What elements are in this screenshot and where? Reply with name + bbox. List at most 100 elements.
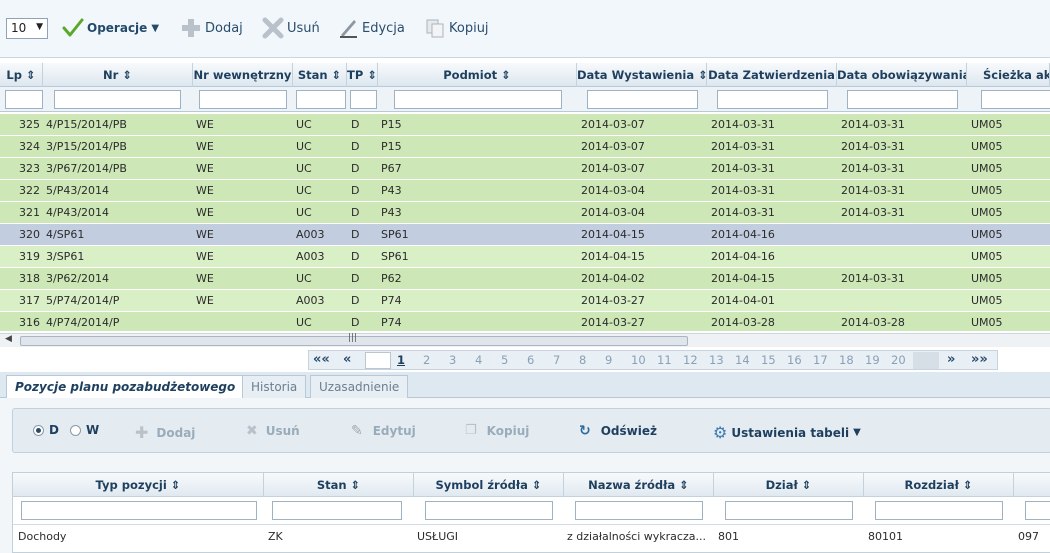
page-link[interactable]: 10: [631, 353, 646, 367]
cell-lp: 320: [19, 228, 40, 241]
filter-dzial-input[interactable]: [725, 501, 853, 520]
filter-data-zatwierdzenia-input[interactable]: [717, 90, 828, 109]
table-row[interactable]: Dochody ZK USŁUGI z działalności wykracz…: [13, 525, 1050, 549]
filter-symbol-input[interactable]: [425, 501, 553, 520]
next-page-button[interactable]: »: [947, 352, 955, 367]
page-link[interactable]: 2: [423, 353, 430, 367]
filter-more-input[interactable]: [1025, 501, 1050, 520]
edit-button[interactable]: Edycja: [337, 16, 405, 40]
table-row[interactable]: 322 5/P43/2014 WE UC D P43 2014-03-04 2014-03-3…: [0, 180, 1050, 202]
col-header-sciezka[interactable]: Ścieżka ak: [967, 63, 1050, 87]
copy-button[interactable]: Kopiuj: [424, 16, 489, 40]
filter-nazwa-input[interactable]: [575, 501, 703, 520]
page-link[interactable]: 19: [865, 353, 880, 367]
filter-stan2-input[interactable]: [272, 501, 402, 520]
filter-typ-input[interactable]: [21, 501, 257, 520]
page-link[interactable]: 4: [475, 353, 482, 367]
table-row[interactable]: 324 3/P15/2014/PB WE UC D P15 2014-03-07 2014-0…: [0, 136, 1050, 158]
page-link[interactable]: 5: [501, 353, 508, 367]
table-row[interactable]: 319 3/SP61 WE A003 D SP61 2014-04-15 2014-04-16…: [0, 246, 1050, 268]
cell-wew: WE: [196, 272, 214, 285]
col-header-more[interactable]: [1014, 473, 1050, 497]
table-row[interactable]: 323 3/P67/2014/PB WE UC D P67 2014-03-07 2014-0…: [0, 158, 1050, 180]
page-link[interactable]: 6: [527, 353, 534, 367]
filter-sciezka-input[interactable]: [981, 90, 1050, 109]
cell-rozdzial: 80101: [868, 530, 903, 543]
filter-tp-input[interactable]: [350, 90, 377, 109]
detail-add-button[interactable]: ✚ Dodaj: [135, 423, 195, 442]
page-link[interactable]: 20: [891, 353, 906, 367]
filter-rozdzial-input[interactable]: [875, 501, 1003, 520]
col-header-data-obowiazywania[interactable]: Data obowiązywania: [837, 63, 967, 87]
first-page-button[interactable]: ««: [313, 352, 330, 367]
page-link[interactable]: 16: [787, 353, 802, 367]
detail-edit-button[interactable]: ✎ Edytuj: [351, 423, 416, 439]
detail-delete-button[interactable]: ✖ Usuń: [246, 423, 300, 439]
page-input[interactable]: [365, 352, 391, 369]
cell-podmiot: SP61: [381, 228, 409, 241]
col-header-data-wystawienia[interactable]: Data Wystawienia ⇕: [577, 63, 707, 87]
table-row[interactable]: 318 3/P62/2014 WE UC D P62 2014-04-02 2014-04-1…: [0, 268, 1050, 290]
scroll-left-icon[interactable]: ◀: [5, 334, 12, 344]
page-link[interactable]: 1: [397, 353, 405, 367]
page-link[interactable]: 14: [735, 353, 750, 367]
col-header-data-zatwierdzenia[interactable]: Data Zatwierdzenia: [707, 63, 837, 87]
radio-d-icon[interactable]: [33, 424, 44, 436]
col-header-dzial[interactable]: Dział ⇕: [714, 473, 864, 497]
prev-page-button[interactable]: «: [343, 352, 351, 367]
tab-uzasadnienie[interactable]: Uzasadnienie: [310, 375, 409, 398]
filter-lp-input[interactable]: [5, 90, 43, 109]
filter-stan-input[interactable]: [296, 90, 346, 109]
detail-copy-button[interactable]: ❐ Kopiuj: [465, 423, 529, 438]
page-size-select[interactable]: 10 ▼: [6, 18, 48, 39]
col-header-symbol-zrodla[interactable]: Symbol źródła ⇕: [414, 473, 564, 497]
table-row[interactable]: 321 4/P43/2014 WE UC D P43 2014-03-04 2014-03-3…: [0, 202, 1050, 224]
col-header-stan[interactable]: Stan ⇕: [264, 473, 414, 497]
last-page-button[interactable]: »»: [971, 352, 988, 367]
col-header-nr-wewnetrzny[interactable]: Nr wewnętrzny: [193, 63, 293, 87]
page-link[interactable]: 17: [813, 353, 828, 367]
cell-lp: 316: [19, 316, 40, 329]
page-link[interactable]: 8: [579, 353, 586, 367]
page-link[interactable]: 12: [683, 353, 698, 367]
tab-pozycje[interactable]: Pozycje planu pozabudżetowego: [6, 375, 245, 399]
page-link[interactable]: 9: [605, 353, 612, 367]
add-button[interactable]: Dodaj: [180, 16, 243, 40]
col-header-podmiot[interactable]: Podmiot ⇕: [378, 63, 577, 87]
filter-data-wystawienia-input[interactable]: [587, 90, 698, 109]
col-header-nr[interactable]: Nr ⇕: [43, 63, 193, 87]
filter-nr-input[interactable]: [54, 90, 181, 109]
operations-menu-button[interactable]: Operacje ▼: [62, 16, 159, 40]
delete-button[interactable]: Usuń: [262, 16, 320, 40]
filter-podmiot-input[interactable]: [394, 90, 562, 109]
page-link[interactable]: 3: [449, 353, 456, 367]
table-row[interactable]: 317 5/P74/2014/P WE A003 D P74 2014-03-27 2014-…: [0, 290, 1050, 312]
radio-w[interactable]: W: [70, 423, 99, 437]
radio-w-icon[interactable]: [70, 424, 81, 436]
radio-d[interactable]: D: [33, 423, 59, 437]
col-header-typ-pozycji[interactable]: Typ pozycji ⇕: [13, 473, 264, 497]
page-link[interactable]: 13: [709, 353, 724, 367]
page-link[interactable]: 11: [657, 353, 672, 367]
cell-lp: 325: [19, 118, 40, 131]
table-row[interactable]: 325 4/P15/2014/PB WE UC D P15 2014-03-07 2014-0…: [0, 114, 1050, 136]
table-row[interactable]: 316 4/P74/2014/P UC D P74 2014-03-27 2014-03-2…: [0, 312, 1050, 331]
table-row[interactable]: 320 4/SP61 WE A003 D SP61 2014-04-15 2014-04-16…: [0, 224, 1050, 246]
filter-nr-wewnetrzny-input[interactable]: [199, 90, 287, 109]
cell-sciezka: UM05: [971, 316, 1003, 329]
cell-stan: ZK: [268, 530, 283, 543]
page-link[interactable]: 7: [553, 353, 560, 367]
col-header-stan[interactable]: Stan ⇕: [293, 63, 347, 87]
col-header-lp[interactable]: Lp ⇕: [0, 63, 43, 87]
refresh-button[interactable]: ↻ Odśwież: [579, 423, 657, 439]
tab-historia[interactable]: Historia: [242, 375, 307, 398]
col-header-tp[interactable]: TP ⇕: [347, 63, 378, 87]
table-settings-button[interactable]: ⚙ Ustawienia tabeli ▼: [713, 423, 861, 442]
page-link[interactable]: 18: [839, 353, 854, 367]
page-link[interactable]: 15: [761, 353, 776, 367]
filter-data-obowiazywania-input[interactable]: [847, 90, 958, 109]
horizontal-scrollbar[interactable]: ◀ |||: [0, 333, 1050, 347]
col-header-nazwa-zrodla[interactable]: Nazwa źródła ⇕: [564, 473, 714, 497]
detail-copy-label: Kopiuj: [486, 423, 530, 438]
col-header-rozdzial[interactable]: Rozdział ⇕: [864, 473, 1014, 497]
